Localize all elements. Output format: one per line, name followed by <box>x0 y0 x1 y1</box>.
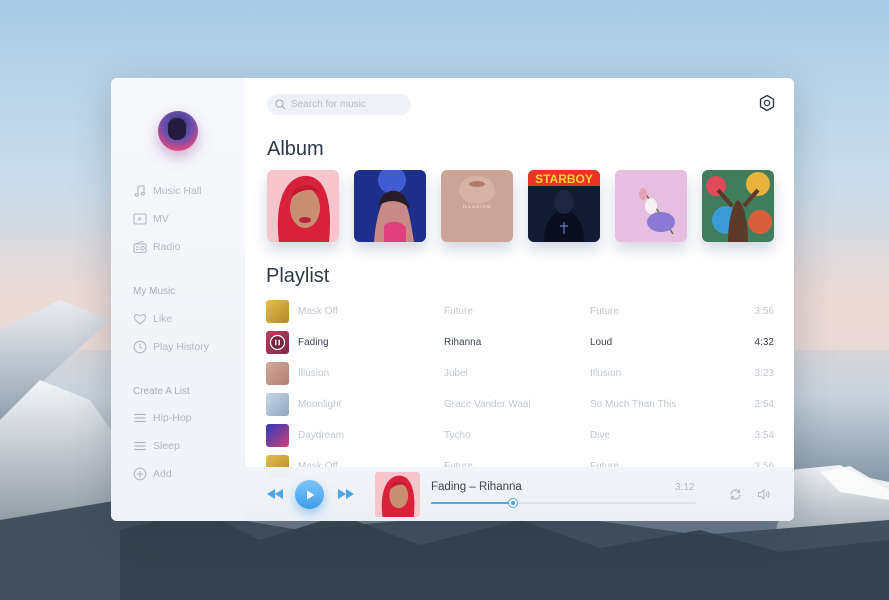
sidebar-item-label: Hip-Hop <box>153 412 192 424</box>
album-cover-flower[interactable] <box>615 170 687 242</box>
playlist-row[interactable]: Illusion Jubel Illusion 3:23 <box>266 361 774 385</box>
heart-icon <box>133 314 147 325</box>
progress-handle[interactable] <box>509 499 518 507</box>
music-note-icon <box>134 184 145 197</box>
sidebar-item-mv[interactable]: MV <box>133 211 169 227</box>
now-playing-cover[interactable] <box>375 472 420 517</box>
sidebar-item-label: Add <box>153 468 172 480</box>
album-art <box>375 472 420 517</box>
sidebar-item-like[interactable]: Like <box>133 311 172 327</box>
sidebar-item-label: Radio <box>153 241 181 253</box>
play-button[interactable] <box>295 480 324 509</box>
track-duration: 3:56 <box>754 305 774 317</box>
progress-bar[interactable] <box>431 499 696 507</box>
playlist-section-title: Playlist <box>266 265 330 287</box>
track-album: So Much Than This <box>590 398 677 410</box>
previous-icon[interactable] <box>266 488 284 500</box>
album-art <box>702 170 774 242</box>
track-album: Future <box>590 305 619 317</box>
album-art: STARBOY <box>528 170 600 242</box>
track-duration: 2:54 <box>754 398 774 410</box>
track-thumbnail <box>266 361 289 385</box>
track-thumbnail <box>266 423 289 447</box>
track-artist: Jubel <box>444 367 468 379</box>
clock-icon <box>133 340 147 354</box>
sidebar-item-music-hall[interactable]: Music Hall <box>133 183 201 199</box>
search-input[interactable] <box>291 99 406 110</box>
add-list-button[interactable]: Add <box>133 466 172 482</box>
track-thumbnail <box>266 299 289 323</box>
track-album: Dive <box>590 429 611 441</box>
track-artist: Future <box>444 305 473 317</box>
sidebar-item-label: Like <box>153 313 173 325</box>
playlist-row[interactable]: Moonlight Grace Vander Waal So Much Than… <box>266 392 774 416</box>
album-art <box>354 170 426 242</box>
track-title: Fading <box>298 336 329 348</box>
music-app-window: Music Hall MV Radio My Music Like Play H… <box>111 78 794 521</box>
track-thumbnail <box>266 392 289 416</box>
album-cover-starboy[interactable]: STARBOY <box>528 170 600 242</box>
track-artist: Grace Vander Waal <box>444 398 531 410</box>
album-art <box>615 170 687 242</box>
my-music-heading: My Music <box>133 286 176 297</box>
video-icon <box>133 213 147 225</box>
list-icon <box>134 441 146 451</box>
playlist-row[interactable]: Daydream Tycho Dive 3:54 <box>266 423 774 447</box>
album-cover-loud[interactable] <box>267 170 339 242</box>
album-cover-text: ILLUSION <box>463 204 492 209</box>
playlist-row[interactable]: Mask Off Future Future 3:56 <box>266 299 774 323</box>
now-playing-time: 3:12 <box>675 482 695 493</box>
list-icon <box>134 413 146 423</box>
track-title: Mask Off <box>298 305 338 317</box>
track-title: Illusion <box>298 367 330 379</box>
track-duration: 4:32 <box>754 336 774 348</box>
player-bar: Fading – Rihanna 3:12 <box>245 467 794 521</box>
sidebar: Music Hall MV Radio My Music Like Play H… <box>111 78 245 521</box>
sidebar-item-label: Play History <box>153 341 210 353</box>
album-section-title: Album <box>267 138 324 160</box>
track-thumbnail <box>266 330 289 354</box>
sidebar-item-sleep[interactable]: Sleep <box>133 438 180 454</box>
sidebar-item-play-history[interactable]: Play History <box>133 339 209 355</box>
track-album: Illusion <box>590 367 622 379</box>
album-art <box>267 170 339 242</box>
sidebar-item-radio[interactable]: Radio <box>133 239 180 255</box>
repeat-icon[interactable] <box>729 488 742 501</box>
sidebar-item-label: Music Hall <box>153 185 202 197</box>
create-list-heading: Create A List <box>133 386 190 397</box>
search-bar[interactable] <box>267 94 411 115</box>
progress-fill <box>431 502 514 504</box>
album-cover-text: STARBOY <box>535 172 593 186</box>
user-avatar[interactable] <box>158 111 198 151</box>
playlist-row-playing[interactable]: Fading Rihanna Loud 4:32 <box>266 330 774 354</box>
sidebar-item-label: MV <box>153 213 169 225</box>
sidebar-item-hip-hop[interactable]: Hip-Hop <box>133 410 192 426</box>
settings-hexagon-icon[interactable] <box>758 94 776 112</box>
sidebar-item-label: Sleep <box>153 440 180 452</box>
track-duration: 3:54 <box>754 429 774 441</box>
track-artist: Tycho <box>444 429 471 441</box>
now-playing-title: Fading – Rihanna <box>431 481 522 493</box>
plus-circle-icon <box>133 467 147 481</box>
volume-icon[interactable] <box>757 488 770 501</box>
track-album: Loud <box>590 336 613 348</box>
play-icon <box>306 490 314 499</box>
track-artist: Rihanna <box>444 336 482 348</box>
pause-icon[interactable] <box>266 331 289 354</box>
search-icon <box>275 99 286 110</box>
album-cover-illusion[interactable]: ILLUSION <box>441 170 513 242</box>
track-title: Moonlight <box>298 398 342 410</box>
album-art: ILLUSION <box>441 170 513 242</box>
track-title: Daydream <box>298 429 345 441</box>
album-cover-painting[interactable] <box>702 170 774 242</box>
next-icon[interactable] <box>337 488 355 500</box>
radio-icon <box>133 240 147 254</box>
main-content: Album ILL <box>245 78 794 521</box>
track-duration: 3:23 <box>754 367 774 379</box>
album-cover-blue[interactable] <box>354 170 426 242</box>
